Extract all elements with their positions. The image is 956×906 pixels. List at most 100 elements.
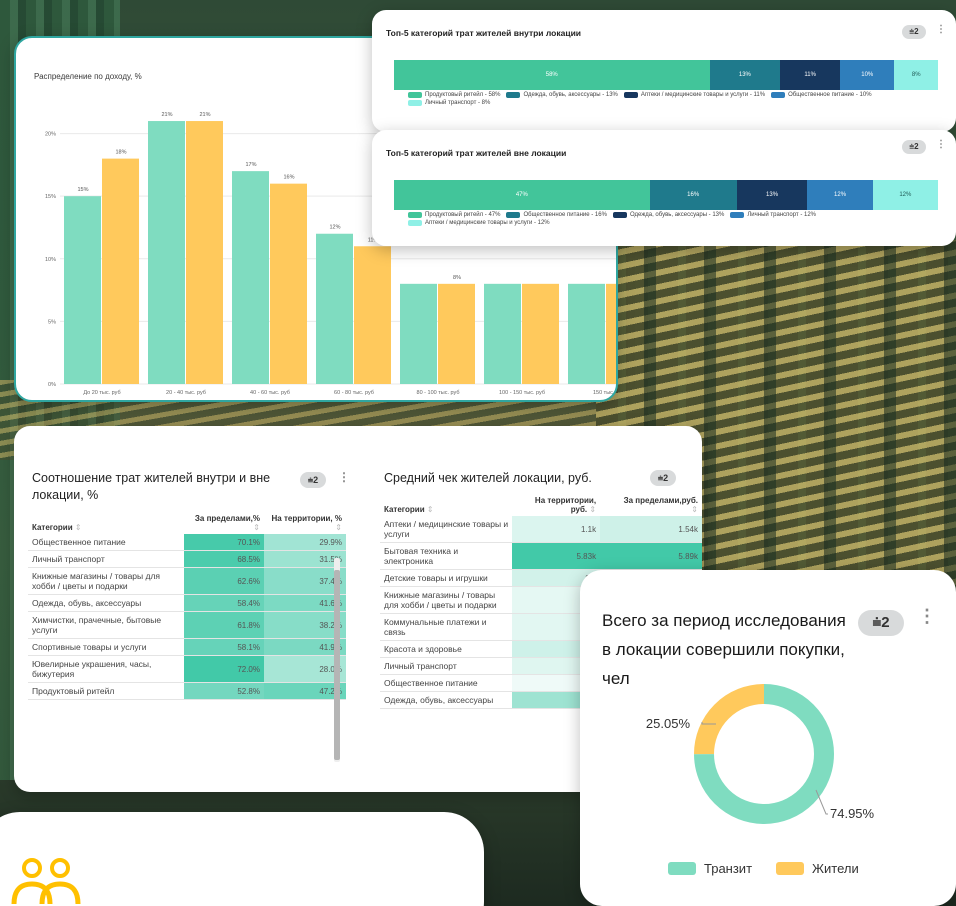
column-header-inside[interactable]: На территории, руб. ⇕ — [512, 494, 600, 516]
buyers-donut-card: Всего за период исследования в локации с… — [580, 570, 956, 906]
ratio-table-title: Соотношение трат жителей внутри и вне ло… — [32, 471, 271, 502]
cell-outside: 68.5% — [184, 550, 264, 568]
cell-outside: 58.1% — [184, 638, 264, 656]
legend-item[interactable]: Продуктовый ритейл - 47% — [408, 212, 500, 218]
legend-item[interactable]: Общественное питание - 16% — [506, 212, 607, 218]
cell-outside: 1.54k — [600, 516, 702, 543]
top5-inside-title: Топ-5 категорий трат жителей внутри лока… — [386, 28, 582, 38]
table-header-row: Категории ⇕ За пределами,% ⇕ На территори… — [28, 512, 346, 534]
cell-outside: 62.6% — [184, 567, 264, 595]
cell-inside: 29.9% — [264, 534, 346, 551]
ratio-table-scrollbar[interactable] — [334, 558, 340, 762]
legend-label[interactable]: Жители — [812, 861, 859, 876]
top5-outside-stacked-bar: 47% 16% 13% 12% 12% — [394, 180, 938, 210]
column-header-outside[interactable]: За пределами,% ⇕ — [184, 512, 264, 534]
cell-outside: 58.4% — [184, 594, 264, 612]
table-row[interactable]: Бытовая техника и электроника 5.83k 5.89k — [380, 542, 702, 570]
top5-outside-title: Топ-5 категорий трат жителей вне локации — [386, 148, 567, 158]
legend-swatch — [506, 92, 521, 98]
legend-label: Аптеки / медицинские товары и услуги - 1… — [640, 92, 766, 98]
cell-category: Общественное питание — [28, 534, 184, 551]
legend-swatch — [408, 212, 422, 218]
legend-label: Общественное питание - 16% — [523, 212, 607, 218]
filter-badge[interactable]: ⩧2 — [902, 25, 926, 39]
legend-item[interactable]: Аптеки / медицинские товары и услуги - 1… — [623, 92, 766, 98]
table-row[interactable]: Химчистки, прачечные, бытовые услуги 61.8… — [28, 611, 346, 639]
cell-category: Продуктовый ритейл — [28, 682, 184, 700]
scrollbar-thumb[interactable] — [334, 570, 340, 760]
more-options-icon[interactable]: ⋮ — [936, 24, 946, 35]
stack-segment: 16% — [649, 180, 737, 210]
legend-item[interactable]: Общественное питание - 10% — [771, 92, 872, 98]
slice-label-transit: 74.95% — [830, 806, 875, 821]
cell-category: Химчистки, прачечные, бытовые услуги — [28, 611, 184, 639]
legend-swatch — [730, 212, 745, 218]
sort-icon: ⇕ — [691, 505, 698, 514]
legend-swatch — [408, 220, 422, 226]
stack-segment: 10% — [840, 60, 895, 90]
filter-count: 2 — [914, 142, 919, 151]
filter-count: 2 — [914, 27, 919, 36]
more-options-icon[interactable]: ⋮ — [338, 470, 350, 484]
cell-category: Красота и здоровье — [380, 640, 513, 658]
x-tick-label: 60 - 80 тыс. руб — [334, 390, 374, 396]
table-row[interactable]: Книжные магазины / товары для хобби / цв… — [28, 567, 346, 595]
top5-inside-card: Топ-5 категорий трат жителей внутри лока… — [372, 10, 956, 132]
legend-item[interactable]: Продуктовый ритейл - 58% — [408, 92, 500, 98]
cell-outside: 5.89k — [600, 542, 702, 570]
legend-item[interactable]: Аптеки / медицинские товары и услуги - 1… — [408, 220, 550, 226]
cell-outside: 72.0% — [184, 655, 264, 683]
header-label: Категории — [384, 505, 425, 514]
column-header-category[interactable]: Категории ⇕ — [28, 512, 184, 534]
top5-outside-card: Топ-5 категорий трат жителей вне локации… — [372, 130, 956, 246]
y-tick-label: 20% — [45, 132, 56, 138]
cell-category: Спортивные товары и услуги — [28, 638, 184, 656]
filter-badge[interactable]: ⩧2 — [300, 472, 326, 488]
bar-value-label: 21% — [161, 112, 172, 118]
header-label: На территории, % — [271, 514, 343, 523]
table-row[interactable]: Общественное питание 70.1% 29.9% — [28, 534, 346, 551]
x-tick-label: 80 - 100 тыс. руб — [417, 390, 460, 396]
table-row[interactable]: Продуктовый ритейл 52.8% 47.2% — [28, 682, 346, 700]
legend-label: Продуктовый ритейл - 58% — [425, 92, 501, 98]
table-row[interactable]: Спортивные товары и услуги 58.1% 41.9% — [28, 638, 346, 656]
filter-badge[interactable]: ⩧2 — [650, 470, 676, 486]
legend-item[interactable]: Личный транспорт - 12% — [730, 212, 816, 218]
legend-swatch — [776, 862, 804, 875]
table-row[interactable]: Личный транспорт 68.5% 31.5% — [28, 550, 346, 568]
bar-value-label: 16% — [283, 175, 294, 181]
sort-icon: ⇕ — [589, 505, 597, 514]
sort-icon: ⇕ — [335, 523, 342, 532]
bar-value-label: 12% — [329, 225, 340, 231]
x-tick-label: 40 - 60 тыс. руб — [250, 390, 290, 396]
header-label: За пределами,руб. — [623, 496, 698, 505]
more-options-icon[interactable]: ⋮ — [936, 139, 946, 150]
cell-category: Общественное питание — [380, 674, 513, 692]
bar — [606, 283, 616, 384]
legend-item[interactable]: Одежда, обувь, аксессуары - 13% — [612, 212, 724, 218]
cell-category: Личный транспорт — [380, 657, 513, 675]
legend-label: Одежда, обувь, аксессуары - 13% — [523, 92, 618, 98]
column-header-inside[interactable]: На территории, % ⇕ — [264, 512, 346, 534]
legend-swatch — [408, 92, 422, 98]
table-header-row: Категории ⇕ На территории, руб. ⇕ За пре… — [380, 494, 702, 516]
legend-item[interactable]: Одежда, обувь, аксессуары - 13% — [506, 92, 618, 98]
ratio-table: Категории ⇕ За пределами,% ⇕ На территори… — [28, 512, 346, 700]
column-header-outside[interactable]: За пределами,руб. ⇕ — [600, 494, 702, 516]
table-row[interactable]: Ювелирные украшения, часы, бижутерия 72.0… — [28, 655, 346, 683]
bar — [102, 158, 139, 384]
cell-category: Детские товары и игрушки — [380, 569, 513, 587]
filter-count: 2 — [313, 475, 319, 485]
legend-item[interactable]: Личный транспорт - 8% — [408, 100, 490, 106]
legend-label[interactable]: Транзит — [704, 861, 752, 876]
legend-label: Продуктовый ритейл - 47% — [425, 212, 501, 218]
table-row[interactable]: Одежда, обувь, аксессуары 58.4% 41.6% — [28, 594, 346, 612]
sort-icon: ⇕ — [426, 505, 434, 514]
filter-badge[interactable]: ⩧2 — [902, 140, 926, 154]
top5-inside-stacked-bar: 58% 13% 11% 10% 8% — [394, 60, 938, 90]
table-row[interactable]: Аптеки / медицинские товары и услуги 1.1k… — [380, 516, 702, 543]
slice-label-residents: 25.05% — [646, 716, 691, 731]
cell-inside: 1.1k — [512, 516, 601, 543]
column-header-category[interactable]: Категории ⇕ — [380, 494, 512, 516]
bar — [522, 283, 559, 384]
